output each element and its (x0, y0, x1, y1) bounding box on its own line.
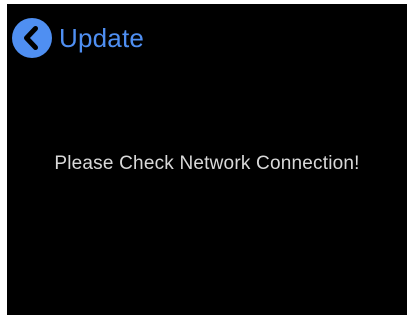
network-error-message: Please Check Network Connection! (54, 153, 360, 174)
chevron-left-circle-icon (12, 18, 52, 58)
page-title: Update (59, 23, 145, 53)
device-frame: Update Please Check Network Connection! (0, 0, 414, 316)
screen: Update Please Check Network Connection! (7, 4, 407, 315)
back-button[interactable] (12, 18, 52, 58)
header-bar: Update (12, 18, 144, 58)
